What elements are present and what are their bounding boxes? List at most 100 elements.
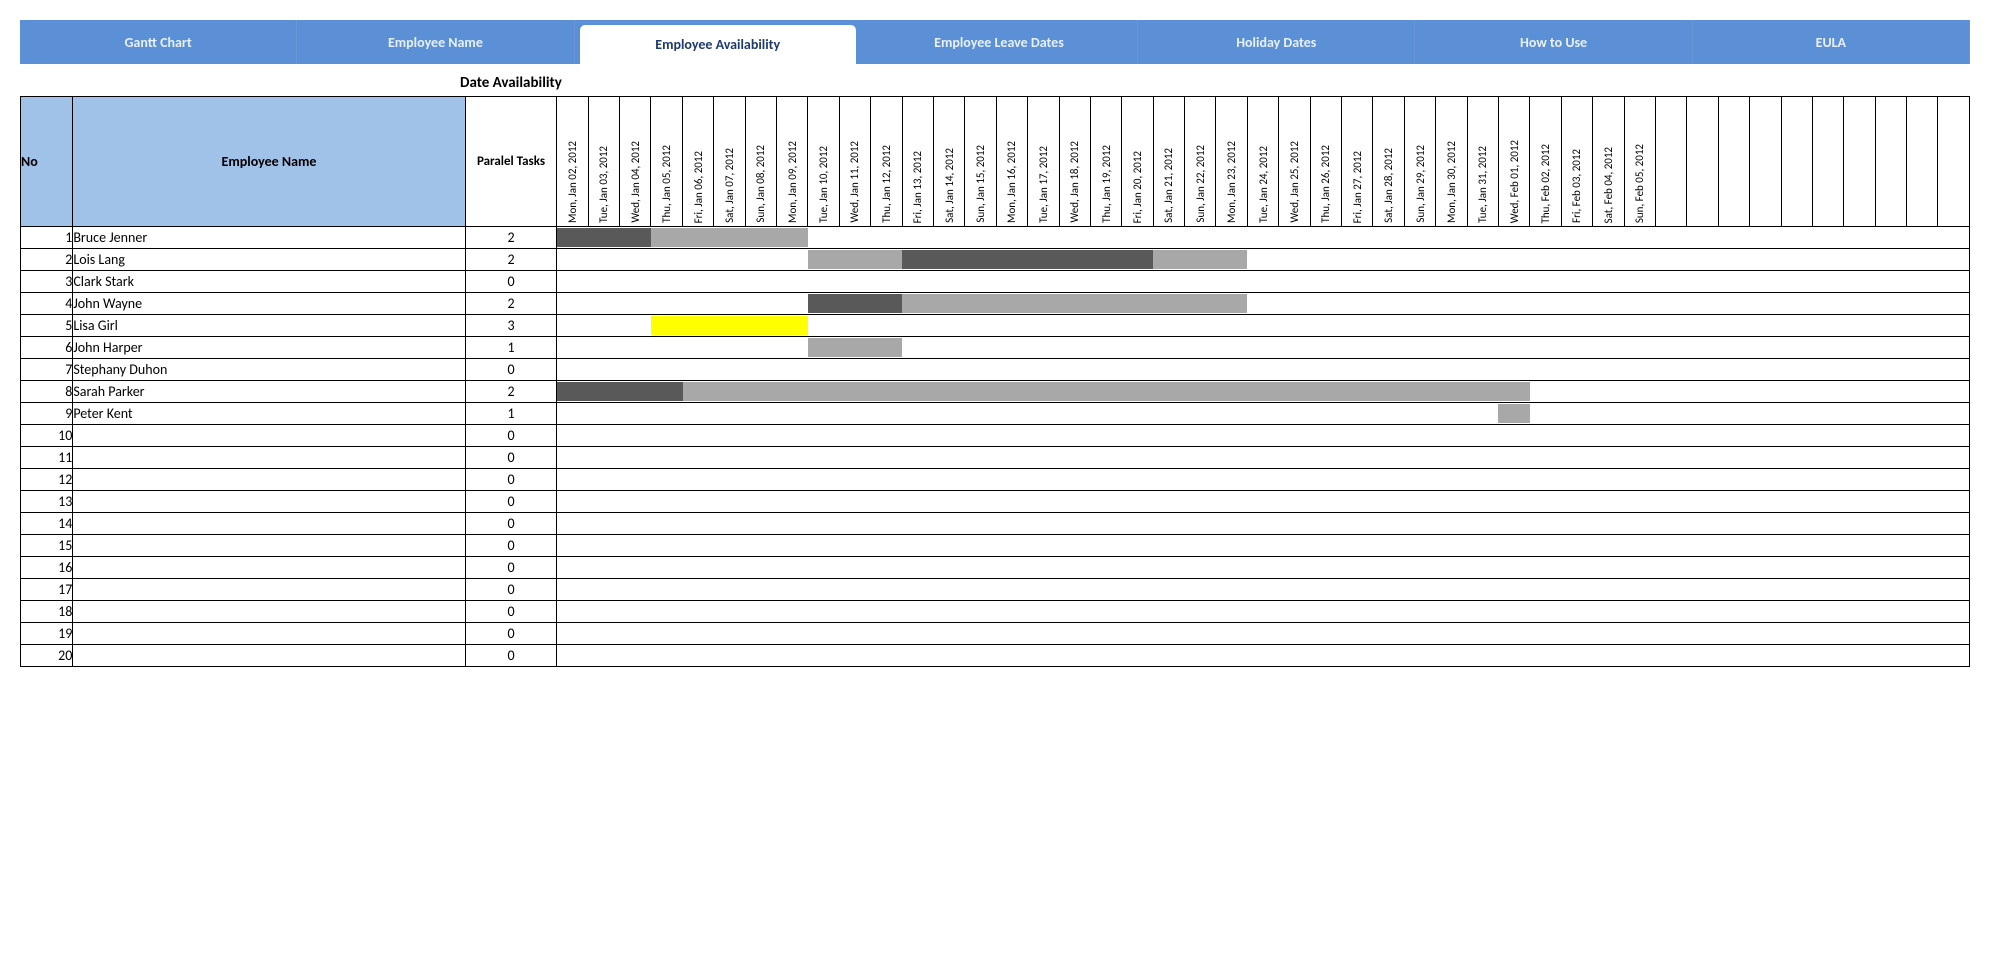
header-parallel-tasks: Paralel Tasks [465, 97, 557, 227]
row-parallel: 2 [465, 227, 557, 249]
row-parallel: 2 [465, 249, 557, 271]
table-row: 17 0 [21, 579, 1970, 601]
header-date-32: Fri, Feb 03, 2012 [1561, 97, 1592, 227]
row-name [73, 469, 465, 491]
header-date-29: Tue, Jan 31, 2012 [1467, 97, 1498, 227]
header-date-16: Wed, Jan 18, 2012 [1059, 97, 1090, 227]
header-date-extra-7 [1875, 97, 1906, 227]
tab-employee-leave-dates[interactable]: Employee Leave Dates [861, 20, 1138, 64]
header-date-17: Thu, Jan 19, 2012 [1090, 97, 1121, 227]
row-name: Lisa Girl [73, 315, 465, 337]
header-date-27: Sun, Jan 29, 2012 [1404, 97, 1435, 227]
tab-employee-name[interactable]: Employee Name [297, 20, 574, 64]
row-name [73, 557, 465, 579]
header-no: No [21, 97, 73, 227]
row-no: 4 [21, 293, 73, 315]
row-parallel: 2 [465, 381, 557, 403]
section-title: Date Availability [460, 74, 1970, 92]
row-parallel: 0 [465, 359, 557, 381]
row-bars [557, 447, 1970, 469]
row-bars [557, 271, 1970, 293]
header-date-14: Mon, Jan 16, 2012 [996, 97, 1027, 227]
header-date-3: Thu, Jan 05, 2012 [651, 97, 682, 227]
row-bars [557, 469, 1970, 491]
table-row: 160 [21, 557, 1970, 579]
row-no: 3 [21, 271, 73, 293]
row-no: 13 [21, 491, 73, 513]
table-row: 6John Harper1 [21, 337, 1970, 359]
gantt-bar-dark [557, 228, 651, 247]
row-parallel: 0 [465, 513, 557, 535]
tab-how-to-use[interactable]: How to Use [1415, 20, 1692, 64]
table-row: 15 0 [21, 535, 1970, 557]
row-name [73, 513, 465, 535]
row-bars [557, 557, 1970, 579]
header-date-extra-6 [1844, 97, 1875, 227]
row-bars [557, 601, 1970, 623]
table-row: 2Lois Lang2 [21, 249, 1970, 271]
table-row: 14 0 [21, 513, 1970, 535]
gantt-bar-gray [808, 250, 902, 269]
row-no: 17 [21, 579, 73, 601]
header-date-20: Sun, Jan 22, 2012 [1185, 97, 1216, 227]
row-bars [557, 535, 1970, 557]
table-row: 4John Wayne2 [21, 293, 1970, 315]
header-date-23: Wed, Jan 25, 2012 [1279, 97, 1310, 227]
row-parallel: 0 [465, 535, 557, 557]
row-parallel: 0 [465, 623, 557, 645]
header-date-15: Tue, Jan 17, 2012 [1028, 97, 1059, 227]
row-bars [557, 645, 1970, 667]
tab-holiday-dates[interactable]: Holiday Dates [1138, 20, 1415, 64]
row-name: John Harper [73, 337, 465, 359]
row-bars [557, 579, 1970, 601]
row-no: 14 [21, 513, 73, 535]
tab-bar: Gantt ChartEmployee NameEmployee Availab… [20, 20, 1970, 64]
row-name: John Wayne [73, 293, 465, 315]
row-bars [557, 623, 1970, 645]
row-parallel: 0 [465, 557, 557, 579]
row-bars [557, 249, 1970, 271]
gantt-bar-gray [1153, 250, 1247, 269]
header-date-22: Tue, Jan 24, 2012 [1247, 97, 1278, 227]
tab-employee-availability[interactable]: Employee Availability [579, 24, 857, 64]
gantt-bar-gray [651, 228, 808, 247]
tab-eula[interactable]: EULA [1693, 20, 1970, 64]
table-row: 3Clark Stark0 [21, 271, 1970, 293]
row-name: Bruce Jenner [73, 227, 465, 249]
row-name [73, 645, 465, 667]
tab-gantt-chart[interactable]: Gantt Chart [20, 20, 297, 64]
gantt-bar-yellow [651, 316, 808, 335]
row-name: Clark Stark [73, 271, 465, 293]
table-row: 19 0 [21, 623, 1970, 645]
header-date-extra-3 [1750, 97, 1781, 227]
row-bars [557, 359, 1970, 381]
row-bars [557, 513, 1970, 535]
header-date-11: Fri, Jan 13, 2012 [902, 97, 933, 227]
row-no: 19 [21, 623, 73, 645]
header-date-8: Tue, Jan 10, 2012 [808, 97, 839, 227]
header-date-25: Fri, Jan 27, 2012 [1342, 97, 1373, 227]
header-date-extra-9 [1938, 97, 1970, 227]
row-parallel: 0 [465, 469, 557, 491]
header-date-13: Sun, Jan 15, 2012 [965, 97, 996, 227]
row-no: 9 [21, 403, 73, 425]
table-row: 12 0 [21, 469, 1970, 491]
row-no: 15 [21, 535, 73, 557]
row-parallel: 0 [465, 579, 557, 601]
header-date-extra-5 [1812, 97, 1843, 227]
header-date-extra-8 [1907, 97, 1938, 227]
header-date-30: Wed, Feb 01, 2012 [1499, 97, 1530, 227]
table-row: 5Lisa Girl3 [21, 315, 1970, 337]
table-row: 8Sarah Parker2 [21, 381, 1970, 403]
row-parallel: 0 [465, 645, 557, 667]
header-date-7: Mon, Jan 09, 2012 [777, 97, 808, 227]
gantt-bar-gray [683, 382, 1530, 401]
row-name: Peter Kent [73, 403, 465, 425]
row-bars [557, 337, 1970, 359]
row-name [73, 425, 465, 447]
row-parallel: 0 [465, 271, 557, 293]
row-no: 12 [21, 469, 73, 491]
row-parallel: 2 [465, 293, 557, 315]
header-date-extra-2 [1718, 97, 1749, 227]
header-date-10: Thu, Jan 12, 2012 [871, 97, 902, 227]
